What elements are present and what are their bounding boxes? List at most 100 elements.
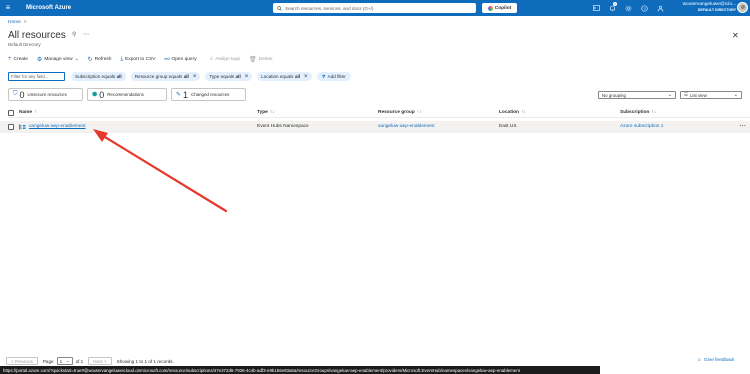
give-feedback-label: Give feedback — [703, 358, 735, 363]
more-options-icon[interactable]: ⋯ — [83, 32, 89, 38]
close-icon[interactable]: × — [193, 74, 197, 80]
command-bar: + Create ⚙ Manage view ⌄ ↻ Refresh ⤓ Export t… — [8, 54, 282, 64]
column-header-name[interactable]: Name ↑ — [19, 110, 36, 115]
hamburger-menu-icon[interactable]: ≡ — [0, 0, 16, 16]
select-all-checkbox[interactable] — [8, 110, 14, 116]
delete-button[interactable]: 🗑 Delete — [249, 56, 273, 63]
column-header-subscription[interactable]: Subscription ↑↓ — [620, 110, 656, 115]
subscription-link[interactable]: Azure subscription 1 — [620, 124, 663, 129]
chevron-down-icon: ⌄ — [733, 92, 738, 98]
assign-tags-button[interactable]: ⌂ Assign tags — [210, 56, 240, 62]
search-icon — [277, 5, 282, 11]
records-summary: Showing 1 to 1 of 1 records. — [116, 358, 174, 364]
sort-icon: ↑↓ — [521, 110, 526, 115]
add-filter-button[interactable]: ⧩ Add filter — [316, 72, 351, 81]
tag-icon: ⌂ — [209, 56, 214, 62]
give-feedback-link[interactable]: ☺ Give feedback — [697, 358, 735, 363]
sort-icon: ↑↓ — [416, 110, 422, 115]
help-icon[interactable]: ? — [636, 0, 652, 16]
sort-icon: ↑ — [34, 110, 37, 115]
changes-icon: ✎ — [176, 92, 182, 98]
notification-badge: 1 — [613, 2, 617, 6]
settings-gear-icon[interactable] — [620, 0, 636, 16]
account-menu[interactable]: woutervangeluwe@iclo... DEFAULT DIRECTOR… — [670, 2, 736, 13]
user-directory: DEFAULT DIRECTORY — [697, 8, 736, 12]
next-page-button[interactable]: Next > — [88, 357, 112, 365]
open-query-label: Open query — [171, 56, 197, 62]
breadcrumb-separator: > — [23, 20, 27, 25]
list-view-icon: ☰ — [684, 92, 688, 97]
previous-page-button[interactable]: < Previous — [6, 357, 38, 365]
card-changed-resources[interactable]: ✎ 1 Changed resources — [171, 88, 246, 101]
page-select[interactable]: 1 ⌄ — [56, 357, 73, 365]
grouping-value: No grouping — [602, 92, 626, 98]
sort-icon: ↑↓ — [269, 110, 275, 115]
card-unsecure-resources[interactable]: ⛉ 0 Unsecure resources — [8, 88, 83, 101]
table-header: Name ↑ Type ↑↓ Resource group ↑↓ Location ↑↓… — [8, 108, 750, 118]
row-checkbox[interactable] — [8, 124, 14, 130]
filter-pill-value: all — [116, 74, 122, 79]
chevron-down-icon: ⌄ — [74, 56, 79, 62]
column-label: Name — [19, 110, 33, 115]
refresh-label: Refresh — [94, 56, 112, 62]
create-button[interactable]: + Create — [8, 56, 28, 62]
row-more-options-icon[interactable]: ⋯ — [739, 122, 746, 130]
cloud-shell-icon[interactable] — [588, 0, 604, 16]
column-label: Resource group — [378, 110, 415, 115]
table-row[interactable]: vangeluw-aep-enablement Event Hubs Names… — [0, 121, 750, 133]
filter-pill-label: Location equals — [261, 74, 294, 79]
pin-icon[interactable]: ⚲ — [72, 32, 76, 38]
pagination: < Previous Page 1 ⌄ of 1 Next > Showing 1… — [6, 357, 174, 365]
brand-title[interactable]: Microsoft Azure — [26, 5, 71, 11]
avatar[interactable] — [737, 2, 748, 13]
manage-view-button[interactable]: ⚙ Manage view ⌄ — [37, 56, 79, 63]
close-icon[interactable]: ✕ — [732, 31, 739, 40]
refresh-button[interactable]: ↻ Refresh — [88, 56, 112, 63]
open-query-button[interactable]: ⚯ Open query — [165, 56, 197, 63]
page-subtitle: Default Directory — [8, 42, 41, 47]
column-label: Location — [499, 110, 519, 115]
breadcrumb-home-link[interactable]: Home — [8, 20, 21, 25]
column-header-type[interactable]: Type ↑↓ — [257, 110, 275, 115]
filter-pill-type[interactable]: Type equals all × — [205, 72, 253, 81]
chevron-down-icon: ⌄ — [667, 92, 672, 98]
view-select[interactable]: ☰ List view ⌄ — [680, 91, 742, 99]
filter-placeholder: Filter for any field... — [11, 74, 49, 79]
card-label: Unsecure resources — [27, 92, 67, 97]
close-icon[interactable]: × — [304, 74, 308, 80]
svg-text:?: ? — [643, 6, 646, 11]
chevron-down-icon: ⌄ — [65, 358, 70, 363]
feedback-icon: ☺ — [697, 358, 702, 363]
filter-pill-value: all — [294, 74, 301, 79]
export-csv-label: Export to CSV — [125, 56, 156, 62]
card-count: 1 — [183, 89, 189, 100]
grouping-select[interactable]: No grouping ⌄ — [598, 91, 676, 99]
recommendation-icon: ⬢ — [92, 92, 98, 98]
summary-cards: ⛉ 0 Unsecure resources ⬢ 0 Recommendatio… — [8, 88, 250, 101]
column-header-resource-group[interactable]: Resource group ↑↓ — [378, 110, 422, 115]
trash-icon: 🗑 — [249, 56, 257, 63]
refresh-icon: ↻ — [87, 56, 93, 63]
manage-view-label: Manage view — [44, 56, 73, 62]
close-icon[interactable]: × — [245, 74, 249, 80]
card-recommendations[interactable]: ⬢ 0 Recommendations — [87, 88, 167, 101]
card-count: 0 — [99, 89, 105, 100]
query-icon: ⚯ — [164, 56, 170, 63]
copilot-button[interactable]: Copilot — [482, 3, 517, 13]
global-search-input[interactable]: Search resources, services, and docs (G+… — [273, 3, 476, 13]
copilot-label: Copilot — [494, 5, 512, 11]
filter-input[interactable]: Filter for any field... — [8, 72, 65, 81]
filter-pill-subscription[interactable]: Subscription equals all — [71, 72, 126, 81]
resource-group-link[interactable]: vangeluw-aep-enablement — [378, 124, 435, 129]
export-csv-button[interactable]: ⤓ Export to CSV — [120, 56, 155, 63]
filter-pill-location[interactable]: Location equals all × — [257, 72, 312, 81]
page-title: All resources — [8, 30, 66, 41]
resource-name-link[interactable]: vangeluw-aep-enablement — [29, 124, 86, 129]
column-header-location[interactable]: Location ↑↓ — [499, 110, 526, 115]
resource-type: Event Hubs Namespace — [257, 124, 309, 129]
filter-pill-resource-group[interactable]: Resource group equals all × — [130, 72, 201, 81]
feedback-person-icon[interactable] — [652, 0, 668, 16]
notifications-icon[interactable]: 1 — [604, 0, 620, 16]
topbar-icons: 1 ? — [588, 0, 668, 16]
card-label: Changed resources — [191, 92, 230, 97]
